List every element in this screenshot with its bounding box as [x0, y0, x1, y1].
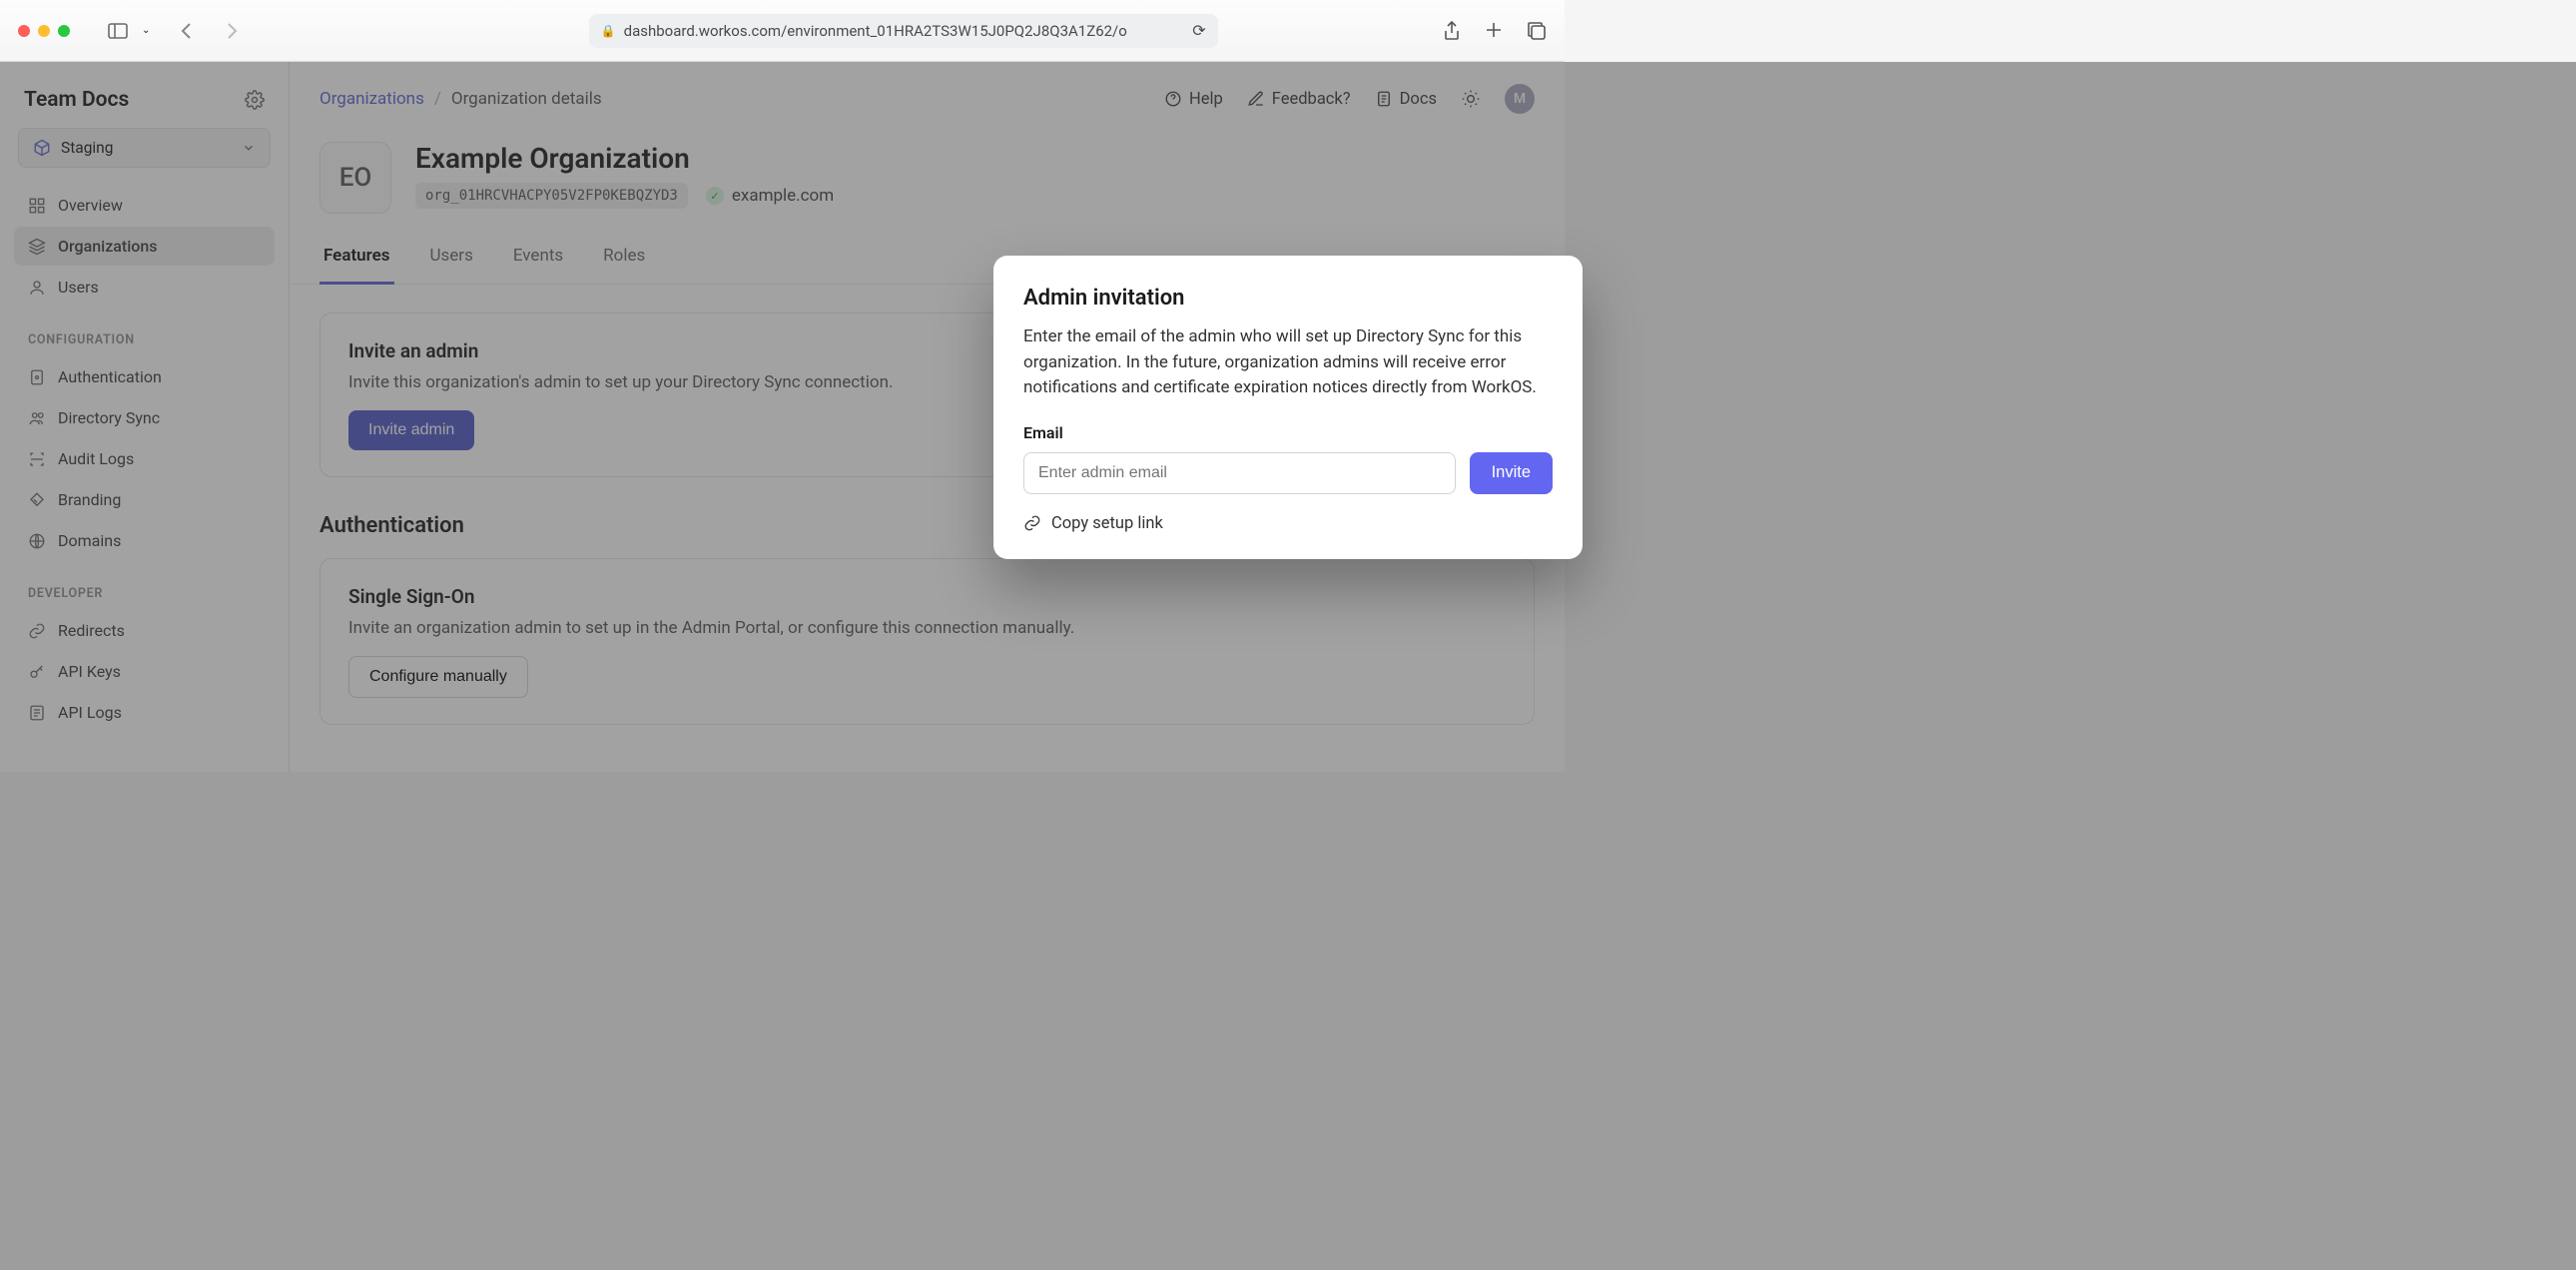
- new-tab-icon[interactable]: [1485, 21, 1503, 41]
- modal-overlay[interactable]: Admin invitation Enter the email of the …: [0, 62, 2576, 1270]
- copy-setup-link[interactable]: Copy setup link: [1023, 514, 1553, 533]
- modal-body: Enter the email of the admin who will se…: [1023, 324, 1553, 401]
- admin-email-input[interactable]: [1023, 452, 1456, 494]
- admin-invitation-modal: Admin invitation Enter the email of the …: [993, 256, 1583, 559]
- traffic-lights: [18, 25, 70, 37]
- chevron-down-icon[interactable]: ⌄: [142, 25, 150, 36]
- minimize-window-icon[interactable]: [38, 25, 50, 37]
- back-button[interactable]: [172, 18, 200, 44]
- browser-chrome: ⌄ 🔒 dashboard.workos.com/environment_01H…: [0, 0, 1565, 62]
- sidebar-toggle-icon[interactable]: [104, 18, 132, 44]
- forward-button[interactable]: [218, 18, 246, 44]
- url-text: dashboard.workos.com/environment_01HRA2T…: [624, 22, 1127, 40]
- link-icon: [1023, 514, 1041, 532]
- lock-icon: 🔒: [601, 24, 616, 38]
- modal-title: Admin invitation: [1023, 286, 1553, 311]
- share-icon[interactable]: [1443, 21, 1461, 41]
- reload-icon[interactable]: ⟳: [1192, 21, 1205, 40]
- maximize-window-icon[interactable]: [58, 25, 70, 37]
- close-window-icon[interactable]: [18, 25, 30, 37]
- tabs-icon[interactable]: [1527, 21, 1547, 41]
- invite-button[interactable]: Invite: [1470, 452, 1553, 494]
- url-bar[interactable]: 🔒 dashboard.workos.com/environment_01HRA…: [589, 14, 1218, 48]
- email-label: Email: [1023, 423, 1553, 442]
